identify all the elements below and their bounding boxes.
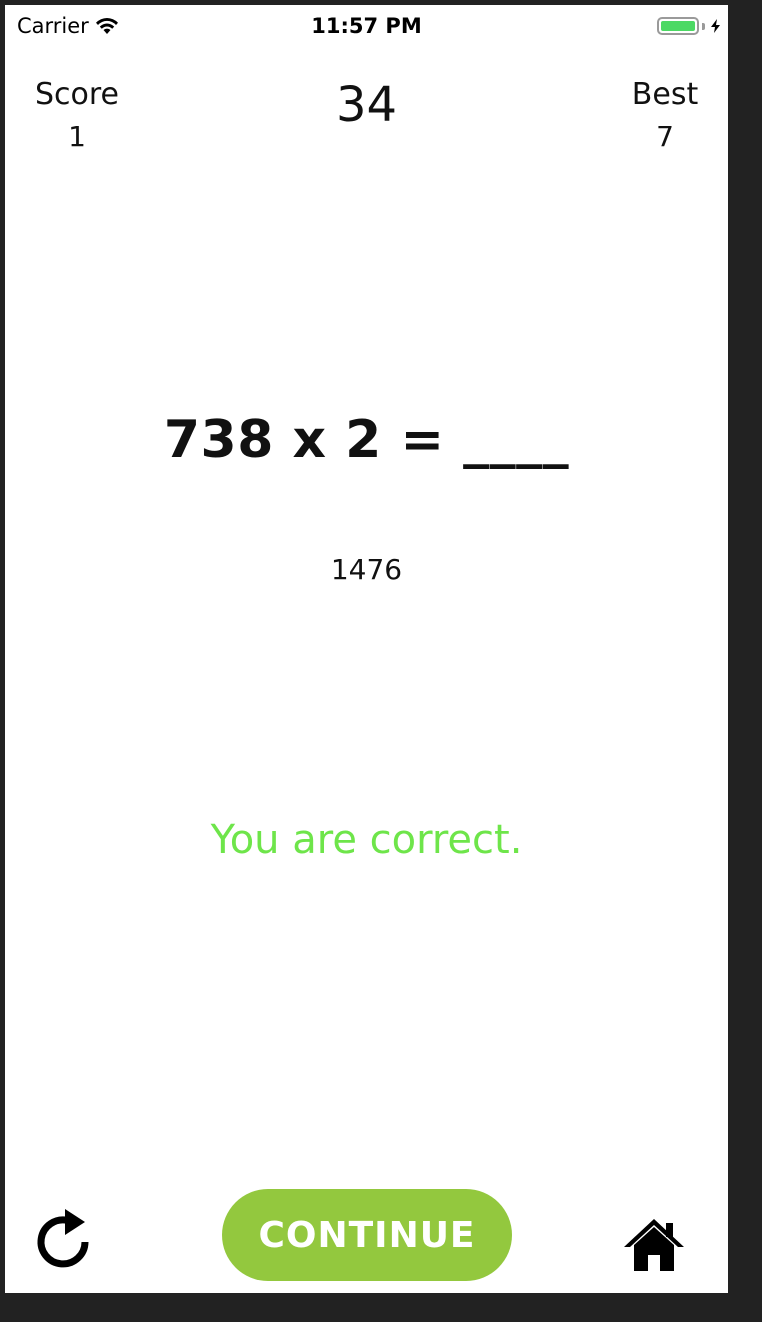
battery-tip [702,22,705,30]
bottom-controls: CONTINUE [5,1185,728,1293]
continue-button[interactable]: CONTINUE [222,1189,512,1281]
home-button[interactable] [622,1217,686,1273]
battery-icon [657,17,699,35]
math-question: 738 x 2 = ____ [163,410,570,470]
entered-answer: 1476 [330,553,403,586]
feedback-message: You are correct. [210,817,523,863]
battery-indicator [657,17,720,35]
battery-level [661,21,695,31]
best-panel: Best 7 [615,77,715,153]
charging-bolt-icon [711,19,720,33]
status-time: 11:57 PM [311,14,422,38]
home-icon [624,1219,684,1271]
restart-icon [37,1209,89,1268]
app-screen: Carrier 11:57 PM Score 1 34 Best 7 738 x… [5,5,728,1293]
restart-button[interactable] [35,1207,101,1281]
best-label: Best [631,77,699,112]
best-value: 7 [656,120,674,153]
status-bar: Carrier 11:57 PM [5,5,728,49]
